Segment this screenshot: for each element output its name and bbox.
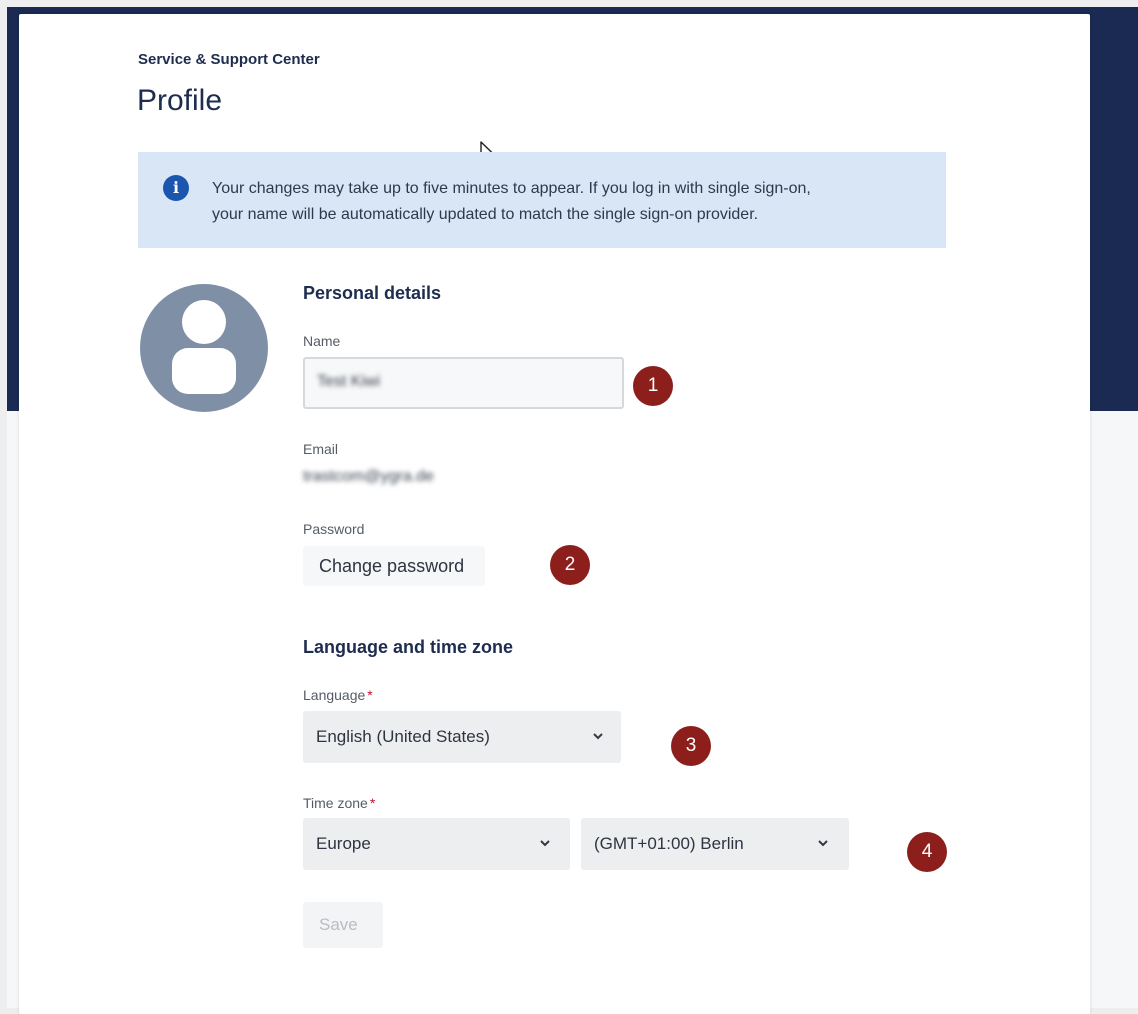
info-banner-text: Your changes may take up to five minutes… (212, 176, 932, 228)
language-label: Language * (303, 687, 373, 703)
change-password-button[interactable]: Change password (303, 546, 485, 586)
language-label-text: Language (303, 687, 366, 703)
timezone-city-select[interactable]: (GMT+01:00) Berlin (581, 818, 849, 870)
user-avatar-icon (140, 284, 268, 412)
timezone-region-value: Europe (316, 834, 371, 853)
callout-badge-2: 2 (550, 545, 590, 585)
required-marker: * (369, 795, 376, 811)
avatar-head (182, 300, 226, 344)
chevron-down-icon (593, 733, 603, 740)
callout-badge-1: 1 (633, 366, 673, 406)
language-select[interactable]: English (United States) (303, 711, 621, 763)
name-label: Name (303, 333, 341, 349)
personal-details-heading: Personal details (303, 283, 442, 303)
required-marker: * (367, 687, 373, 703)
language-select-value: English (United States) (316, 727, 490, 746)
save-button[interactable]: Save (303, 902, 383, 948)
info-icon: i (163, 175, 189, 201)
avatar-body (172, 348, 236, 394)
chevron-down-icon (818, 840, 828, 847)
name-value: Test Kiwi (317, 373, 381, 390)
info-banner-line: Your changes may take up to five minutes… (212, 180, 811, 197)
timezone-region-select[interactable]: Europe (303, 818, 570, 870)
language-timezone-heading: Language and time zone (303, 637, 514, 657)
chevron-down-icon (540, 840, 550, 847)
callout-badge-3: 3 (671, 726, 711, 766)
password-label: Password (303, 521, 365, 537)
email-value: trastcom@ygra.de (303, 468, 434, 485)
timezone-label: Time zone * (303, 795, 375, 811)
timezone-label-text: Time zone (303, 795, 368, 811)
email-label: Email (303, 441, 339, 457)
page-title: Profile (137, 84, 223, 117)
breadcrumb[interactable]: Service & Support Center (138, 51, 320, 68)
name-field[interactable]: Test Kiwi (303, 357, 624, 409)
callout-badge-4: 4 (907, 832, 947, 872)
info-banner-line: your name will be automatically updated … (212, 206, 759, 223)
timezone-city-value: (GMT+01:00) Berlin (594, 834, 744, 853)
